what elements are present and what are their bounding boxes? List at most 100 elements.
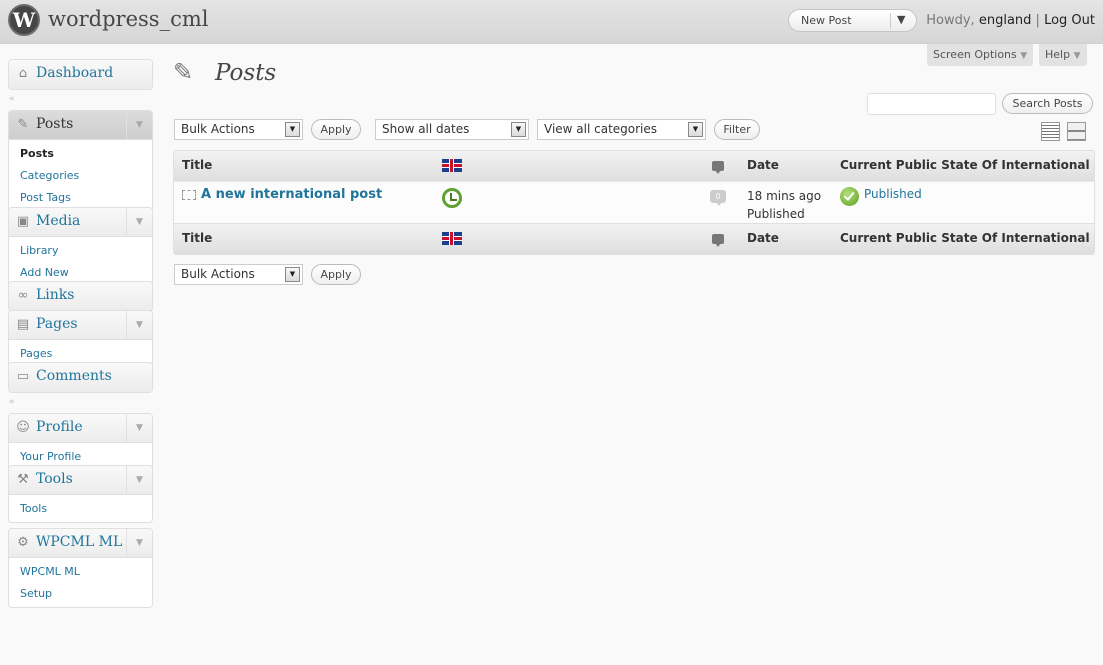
filter-button[interactable]: Filter <box>714 119 760 140</box>
menu-head-comments[interactable]: ▭ Comments <box>9 363 152 392</box>
logout-link[interactable]: Log Out <box>1044 13 1095 28</box>
comments-icon: ▭ <box>16 369 30 384</box>
collapse-arrow-icon[interactable]: « <box>9 94 15 104</box>
chevron-down-icon[interactable]: ▼ <box>126 466 152 494</box>
collapse-arrow-icon[interactable]: « <box>9 397 15 407</box>
check-icon <box>840 187 859 206</box>
wordpress-logo-icon[interactable]: W <box>8 4 40 36</box>
bulk-actions-select-bottom[interactable]: Bulk Actions ▼ <box>174 264 303 285</box>
chevron-down-icon[interactable]: ▼ <box>897 13 905 26</box>
column-date[interactable]: Date <box>747 231 779 245</box>
bulk-actions-select[interactable]: Bulk Actions ▼ <box>174 119 303 140</box>
column-title[interactable]: Title <box>182 158 212 172</box>
menu-label-comments[interactable]: Comments <box>36 368 112 384</box>
apply-button[interactable]: Apply <box>311 119 361 140</box>
menu-head-posts[interactable]: ✎ Posts ▼ <box>9 111 152 140</box>
excerpt-view-icon[interactable] <box>1067 122 1086 141</box>
public-state-link[interactable]: Published <box>864 187 922 201</box>
menu-links: ∞ Links <box>8 281 153 312</box>
table-header: Title Date Current Public State Of Inter… <box>174 151 1094 181</box>
translation-clock-icon[interactable] <box>442 188 462 208</box>
search-posts-button[interactable]: Search Posts <box>1002 93 1093 114</box>
menu-media: ▣ Media ▼ Library Add New <box>8 207 153 287</box>
chevron-down-icon[interactable]: ▼ <box>126 311 152 339</box>
column-public-state: Current Public State Of International <box>840 231 1090 245</box>
separator: | <box>1035 13 1040 28</box>
dates-filter-select[interactable]: Show all dates ▼ <box>375 119 529 140</box>
menu-label-links[interactable]: Links <box>36 287 74 303</box>
chevron-down-icon[interactable]: ▼ <box>126 111 152 139</box>
page-title: Posts <box>215 60 277 86</box>
menu-head-tools[interactable]: ⚒ Tools ▼ <box>9 466 152 495</box>
chevron-down-icon[interactable]: ▼ <box>126 529 152 557</box>
media-icon: ▣ <box>16 214 30 229</box>
menu-label-media[interactable]: Media <box>36 213 80 229</box>
help-label[interactable]: Help <box>1045 48 1070 61</box>
home-icon: ⌂ <box>18 66 28 81</box>
submenu-item-posts[interactable]: Posts <box>9 143 152 165</box>
screen-options-button[interactable]: Screen Options ▼ <box>927 44 1033 66</box>
pushpin-icon: ✎ <box>173 58 194 86</box>
users-icon: ☺ <box>16 420 30 435</box>
menu-head-profile[interactable]: ☺ Profile ▼ <box>9 414 152 443</box>
categories-filter-value[interactable]: View all categories <box>544 122 657 136</box>
menu-label-tools[interactable]: Tools <box>36 471 73 487</box>
pages-icon: ▤ <box>16 317 30 332</box>
link-icon: ∞ <box>17 288 29 303</box>
comment-count-badge[interactable]: 0 <box>710 190 726 206</box>
post-title-link[interactable]: A new international post <box>201 187 382 202</box>
menu-posts: ✎ Posts ▼ Posts Categories Post Tags <box>8 110 153 212</box>
admin-header: W wordpress_cml New Post ▼ Howdy, englan… <box>0 0 1103 44</box>
tools-icon: ⚒ <box>17 472 29 487</box>
submenu-item-setup[interactable]: Setup <box>9 583 152 605</box>
submenu-item-post-tags[interactable]: Post Tags <box>9 187 152 209</box>
submenu-item-wpcml[interactable]: WPCML ML <box>9 561 152 583</box>
bulk-actions-value[interactable]: Bulk Actions <box>181 267 255 281</box>
list-view-icon[interactable] <box>1041 122 1060 141</box>
menu-label-dashboard[interactable]: Dashboard <box>36 65 113 81</box>
site-title[interactable]: wordpress_cml <box>48 7 208 31</box>
screen-options-label[interactable]: Screen Options <box>933 48 1017 61</box>
howdy-text: Howdy, <box>926 13 975 28</box>
menu-head-dashboard[interactable]: ⌂ Dashboard <box>9 60 152 89</box>
menu-dashboard[interactable]: ⌂ Dashboard <box>8 59 153 90</box>
search-input[interactable] <box>867 93 996 115</box>
menu-label-wpcml[interactable]: WPCML ML <box>36 534 122 550</box>
menu-label-profile[interactable]: Profile <box>36 419 83 435</box>
username-link[interactable]: england <box>979 13 1032 28</box>
apply-button-bottom[interactable]: Apply <box>311 264 361 285</box>
submenu-item-library[interactable]: Library <box>9 240 152 262</box>
new-post-button[interactable]: New Post ▼ <box>788 9 917 32</box>
menu-head-media[interactable]: ▣ Media ▼ <box>9 208 152 237</box>
comment-bubble-icon <box>712 161 724 174</box>
menu-head-links[interactable]: ∞ Links <box>9 282 152 311</box>
submenu-tools: Tools <box>9 495 152 522</box>
dropdown-arrow-icon[interactable]: ▼ <box>285 122 300 137</box>
menu-head-pages[interactable]: ▤ Pages ▼ <box>9 311 152 340</box>
menu-head-wpcml[interactable]: ⚙ WPCML ML ▼ <box>9 529 152 558</box>
categories-filter-select[interactable]: View all categories ▼ <box>537 119 706 140</box>
bulk-actions-value[interactable]: Bulk Actions <box>181 122 255 136</box>
menu-comments: ▭ Comments <box>8 362 153 393</box>
post-status: Published <box>747 207 805 221</box>
column-public-state: Current Public State Of International <box>840 158 1090 172</box>
help-button[interactable]: Help ▼ <box>1039 44 1087 66</box>
submenu-item-categories[interactable]: Categories <box>9 165 152 187</box>
row-checkbox[interactable] <box>182 190 196 200</box>
dates-filter-value[interactable]: Show all dates <box>382 122 469 136</box>
date-value: 18 mins ago <box>747 189 822 203</box>
uk-flag-icon <box>442 159 462 172</box>
menu-tools: ⚒ Tools ▼ Tools <box>8 465 153 523</box>
column-title[interactable]: Title <box>182 231 212 245</box>
chevron-down-icon[interactable]: ▼ <box>126 208 152 236</box>
column-date[interactable]: Date <box>747 158 779 172</box>
menu-label-posts[interactable]: Posts <box>36 116 73 132</box>
menu-label-pages[interactable]: Pages <box>36 316 78 332</box>
submenu-item-tools[interactable]: Tools <box>9 498 152 520</box>
dropdown-arrow-icon[interactable]: ▼ <box>285 267 300 282</box>
chevron-down-icon: ▼ <box>1073 51 1081 61</box>
chevron-down-icon[interactable]: ▼ <box>126 414 152 442</box>
dropdown-arrow-icon[interactable]: ▼ <box>688 122 703 137</box>
dropdown-arrow-icon[interactable]: ▼ <box>511 122 526 137</box>
new-post-label[interactable]: New Post <box>801 14 852 27</box>
